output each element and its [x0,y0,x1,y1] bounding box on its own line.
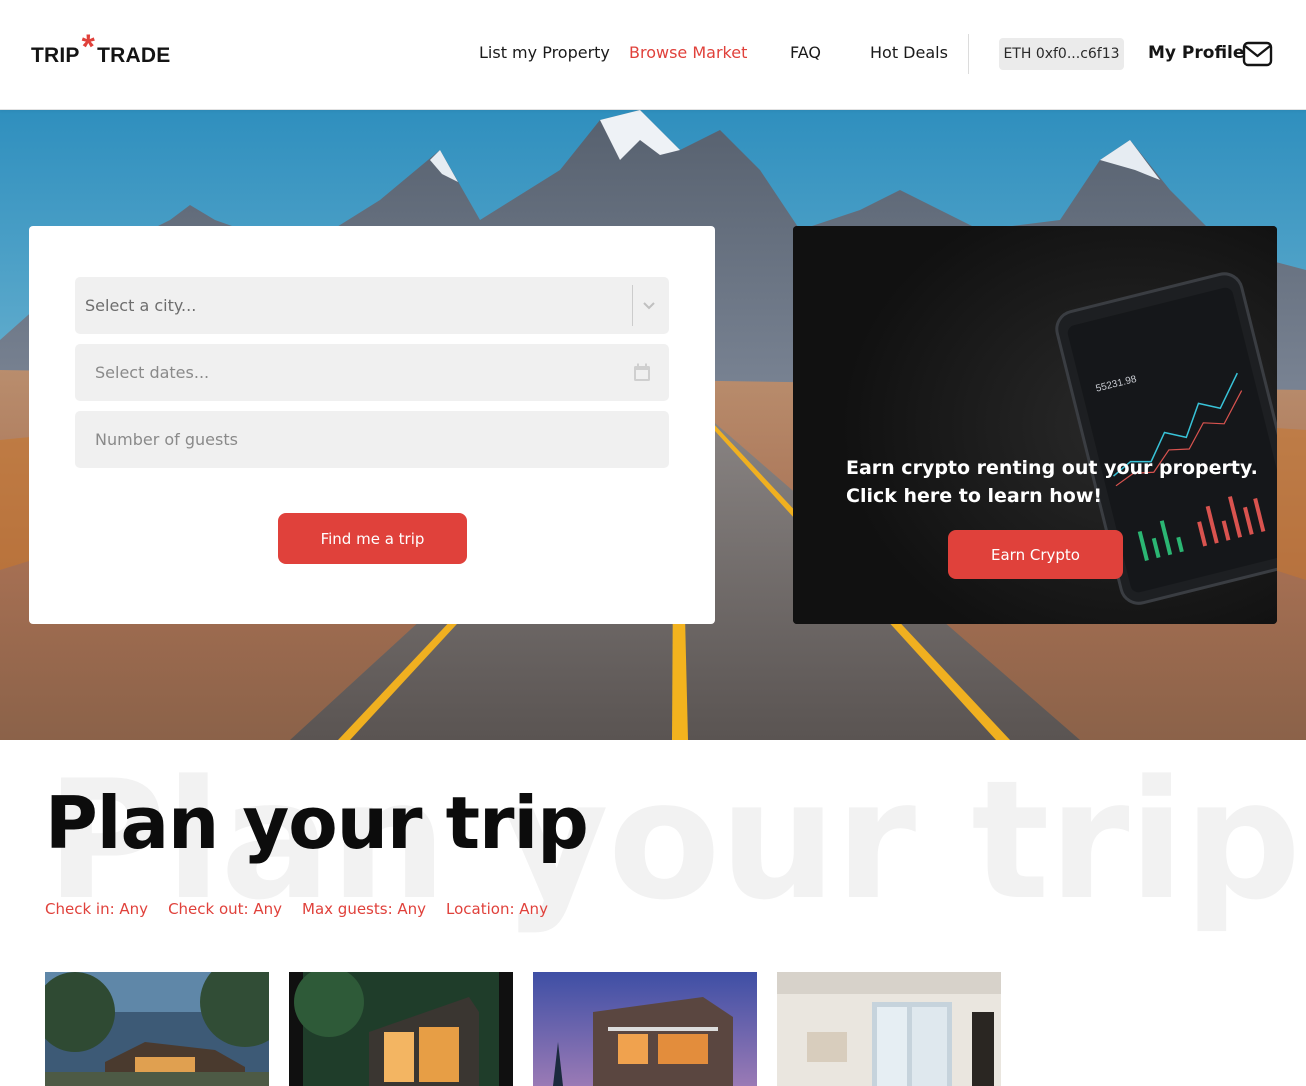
earn-crypto-button[interactable]: Earn Crypto [948,530,1123,579]
mail-icon[interactable] [1242,40,1273,68]
listing-image [777,972,1001,1086]
nav-browse-market[interactable]: Browse Market [629,43,747,62]
filter-check-in[interactable]: Check in: Any [45,900,148,918]
city-select-placeholder: Select a city... [85,296,197,315]
filter-bar: Check in: Any Check out: Any Max guests:… [45,900,548,918]
nav-list-my-property[interactable]: List my Property [479,43,610,62]
date-range-placeholder: Select dates... [95,363,210,382]
find-trip-button[interactable]: Find me a trip [278,513,467,564]
brand-logo[interactable]: TRIP * TRADE [31,30,171,68]
plan-title: Plan your trip [45,781,589,865]
brand-logo-left: TRIP [31,44,80,67]
listing-card[interactable] [533,972,757,1086]
filter-check-out[interactable]: Check out: Any [168,900,282,918]
calendar-icon[interactable] [633,363,651,382]
nav-divider [968,34,969,74]
earn-crypto-promo-card[interactable]: 55231.98 Earn crypto renting out your pr… [793,226,1277,624]
my-profile-link[interactable]: My Profile [1148,43,1244,63]
hero-section: Select a city... Select dates... Number … [0,110,1306,740]
top-navbar: TRIP * TRADE List my Property Browse Mar… [0,0,1306,110]
earn-crypto-text: Earn crypto renting out your property. C… [846,454,1266,510]
listing-image [533,972,757,1086]
listing-image [45,972,269,1086]
date-range-picker[interactable]: Select dates... [75,344,669,401]
listing-image [289,972,513,1086]
trip-search-card: Select a city... Select dates... Number … [29,226,715,624]
earn-crypto-text-line2: Click here to learn how! [846,485,1103,507]
guests-input-placeholder: Number of guests [95,430,238,449]
city-select-separator [632,285,633,326]
wallet-address-badge[interactable]: ETH 0xf0...c6f13 [999,38,1124,70]
guests-input[interactable]: Number of guests [75,411,669,468]
listing-card[interactable] [45,972,269,1086]
brand-logo-star: * [81,28,96,66]
listing-card[interactable] [289,972,513,1086]
earn-crypto-text-line1: Earn crypto renting out your property. [846,457,1258,479]
nav-hot-deals[interactable]: Hot Deals [870,43,948,62]
city-select[interactable]: Select a city... [75,277,669,334]
filter-max-guests[interactable]: Max guests: Any [302,900,426,918]
brand-logo-right: TRADE [97,44,171,67]
chevron-down-icon[interactable] [641,297,657,313]
nav-faq[interactable]: FAQ [790,43,821,62]
filter-location[interactable]: Location: Any [446,900,548,918]
listing-card[interactable] [777,972,1001,1086]
